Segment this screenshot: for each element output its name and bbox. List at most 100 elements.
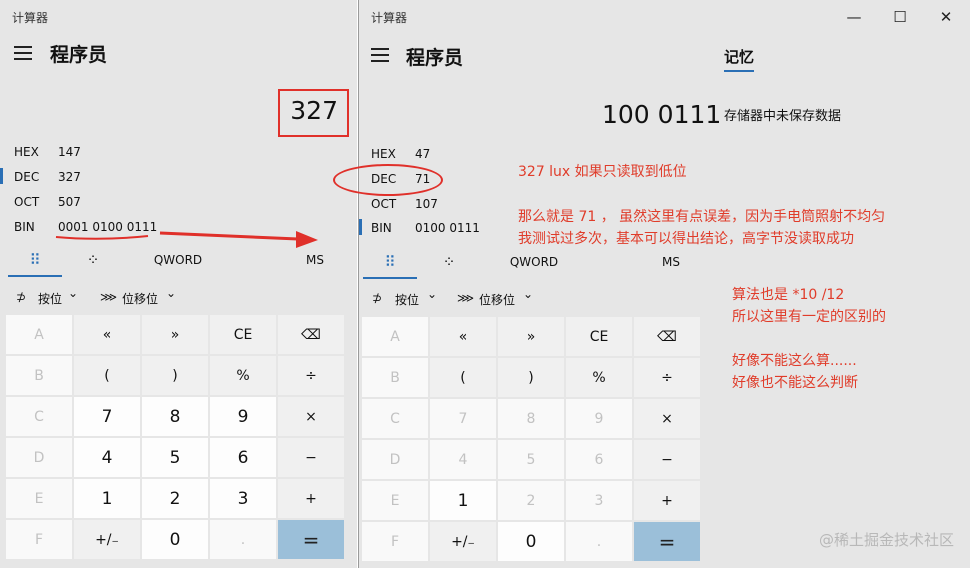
key-button[interactable]: F xyxy=(6,520,72,559)
key-button[interactable]: 1 xyxy=(430,481,496,520)
annotation-text: 我测试过多次，基本可以得出结论，高字节没读取成功 xyxy=(518,231,854,247)
equals-button[interactable]: = xyxy=(634,522,700,561)
bitwise-icon: ⊅ xyxy=(372,291,383,305)
memory-store-button[interactable]: MS xyxy=(648,247,694,277)
key-button[interactable]: C xyxy=(6,397,72,436)
key-button[interactable]: B xyxy=(362,358,428,397)
bit-toggle-tab-icon[interactable]: ⁘ xyxy=(70,245,116,275)
key-button[interactable]: 0 xyxy=(498,522,564,561)
hamburger-menu-icon[interactable] xyxy=(14,46,32,64)
key-button[interactable]: % xyxy=(566,358,632,397)
radix-row-bin[interactable]: BIN 0001 0100 0111 xyxy=(0,215,340,240)
bit-shift-dropdown[interactable]: 位移位 xyxy=(479,291,515,308)
bit-shift-dropdown[interactable]: 位移位 xyxy=(122,290,158,307)
key-button[interactable]: 3 xyxy=(210,479,276,518)
watermark: @稀土掘金技术社区 xyxy=(818,531,954,549)
hamburger-menu-icon[interactable] xyxy=(371,48,389,66)
full-keypad-tab-icon[interactable]: ⠿ xyxy=(363,247,417,279)
key-button[interactable]: + xyxy=(278,479,344,518)
chevron-down-icon: ⌄ xyxy=(427,287,438,301)
key-button[interactable]: % xyxy=(210,356,276,395)
key-button[interactable]: » xyxy=(142,315,208,354)
title-bar: 计算器 xyxy=(0,0,357,34)
key-button[interactable]: +/₋ xyxy=(74,520,140,559)
radix-row-dec[interactable]: DEC 327 xyxy=(0,165,340,190)
key-button[interactable]: CE xyxy=(566,317,632,356)
key-button[interactable]: « xyxy=(430,317,496,356)
key-button[interactable]: C xyxy=(362,399,428,438)
key-button[interactable]: A xyxy=(6,315,72,354)
bit-toggle-tab-icon[interactable]: ⁘ xyxy=(426,247,472,277)
full-keypad-tab-icon[interactable]: ⠿ xyxy=(8,245,62,277)
maximize-icon[interactable]: ☐ xyxy=(887,5,913,29)
key-button[interactable]: CE xyxy=(210,315,276,354)
key-button[interactable]: 0 xyxy=(142,520,208,559)
memory-store-button[interactable]: MS xyxy=(292,245,338,275)
key-button[interactable]: ) xyxy=(498,358,564,397)
window-title: 计算器 xyxy=(12,11,49,25)
bit-shift-icon: ⋙ xyxy=(100,290,118,304)
key-button[interactable]: 3 xyxy=(566,481,632,520)
chevron-down-icon: ⌄ xyxy=(523,287,534,301)
highlight-box-display xyxy=(278,89,349,137)
key-button[interactable]: E xyxy=(362,481,428,520)
key-button[interactable]: 8 xyxy=(498,399,564,438)
key-button[interactable]: F xyxy=(362,522,428,561)
close-icon[interactable]: ✕ xyxy=(933,5,959,29)
key-button[interactable]: 7 xyxy=(74,397,140,436)
key-button[interactable]: 6 xyxy=(210,438,276,477)
key-button[interactable]: » xyxy=(498,317,564,356)
radix-value: 327 xyxy=(58,170,81,184)
key-button[interactable]: « xyxy=(74,315,140,354)
key-button[interactable]: B xyxy=(6,356,72,395)
equals-button[interactable]: = xyxy=(278,520,344,559)
keypad-tabs: ⠿ ⁘ QWORD MS xyxy=(359,247,716,281)
bitwise-dropdown[interactable]: 按位 xyxy=(38,290,62,307)
key-button[interactable]: 5 xyxy=(142,438,208,477)
key-button[interactable]: . xyxy=(566,522,632,561)
key-button[interactable]: 7 xyxy=(430,399,496,438)
key-button[interactable]: E xyxy=(6,479,72,518)
key-button[interactable]: ( xyxy=(74,356,140,395)
minimize-icon[interactable]: — xyxy=(841,5,867,29)
key-button[interactable]: D xyxy=(6,438,72,477)
key-button[interactable]: 4 xyxy=(430,440,496,479)
key-button[interactable]: 2 xyxy=(498,481,564,520)
key-button[interactable]: × xyxy=(634,399,700,438)
key-button[interactable]: 8 xyxy=(142,397,208,436)
key-button[interactable]: 1 xyxy=(74,479,140,518)
memory-tab[interactable]: 记忆 xyxy=(724,46,755,72)
title-bar: 计算器 — ☐ ✕ xyxy=(359,0,970,34)
key-button[interactable]: . xyxy=(210,520,276,559)
calculator-window-right: 计算器 — ☐ ✕ 程序员 记忆 100 0111 存储器中未保存数据 HEX … xyxy=(358,0,970,568)
word-size-button[interactable]: QWORD xyxy=(496,247,572,277)
key-button[interactable]: ) xyxy=(142,356,208,395)
key-button[interactable]: × xyxy=(278,397,344,436)
mode-title: 程序员 xyxy=(50,44,108,66)
radix-label: HEX xyxy=(371,147,396,161)
key-button[interactable]: ⌫ xyxy=(634,317,700,356)
radix-row-hex[interactable]: HEX 147 xyxy=(0,140,340,165)
key-button[interactable]: 2 xyxy=(142,479,208,518)
radix-value: 507 xyxy=(58,195,81,209)
key-button[interactable]: 5 xyxy=(498,440,564,479)
key-button[interactable]: 4 xyxy=(74,438,140,477)
word-size-button[interactable]: QWORD xyxy=(140,245,216,275)
radix-label: BIN xyxy=(14,220,35,234)
key-button[interactable]: − xyxy=(278,438,344,477)
radix-label: BIN xyxy=(371,221,392,235)
key-button[interactable]: ( xyxy=(430,358,496,397)
key-button[interactable]: 6 xyxy=(566,440,632,479)
key-button[interactable]: − xyxy=(634,440,700,479)
radix-row-oct[interactable]: OCT 507 xyxy=(0,190,340,215)
key-button[interactable]: + xyxy=(634,481,700,520)
key-button[interactable]: 9 xyxy=(566,399,632,438)
key-button[interactable]: D xyxy=(362,440,428,479)
key-button[interactable]: ÷ xyxy=(634,358,700,397)
key-button[interactable]: ÷ xyxy=(278,356,344,395)
bitwise-dropdown[interactable]: 按位 xyxy=(395,291,419,308)
key-button[interactable]: A xyxy=(362,317,428,356)
key-button[interactable]: +/₋ xyxy=(430,522,496,561)
key-button[interactable]: ⌫ xyxy=(278,315,344,354)
key-button[interactable]: 9 xyxy=(210,397,276,436)
